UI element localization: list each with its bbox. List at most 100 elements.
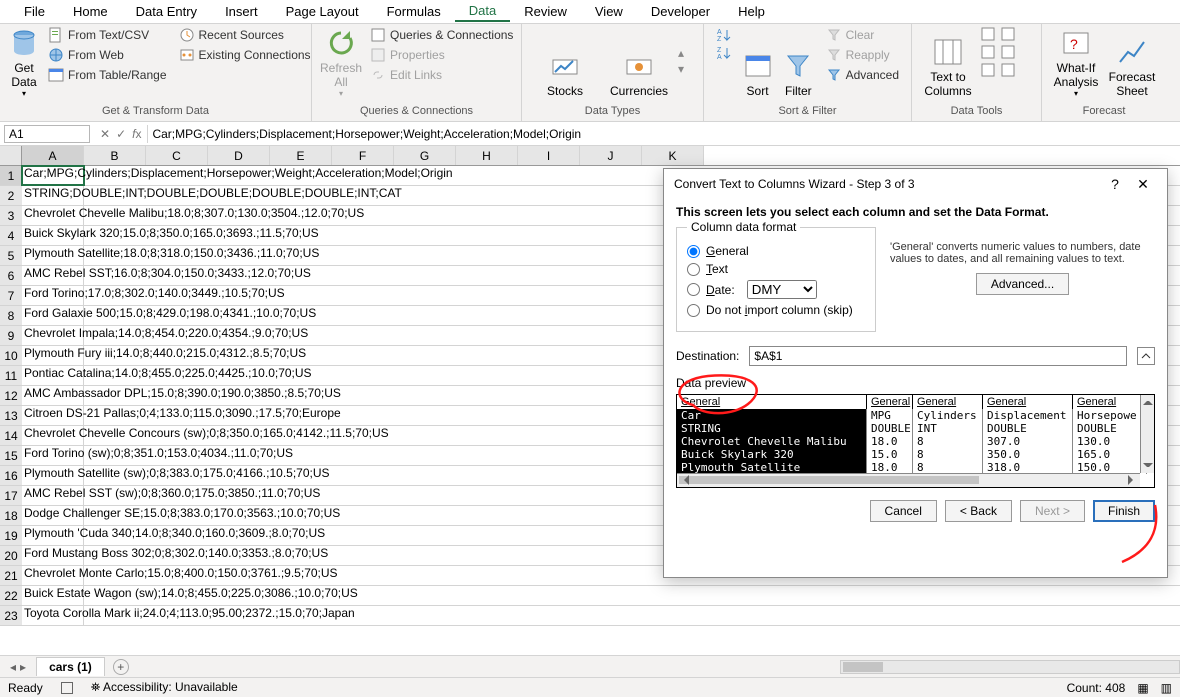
cell[interactable]: Pontiac Catalina;14.0;8;455.0;225.0;4425… bbox=[22, 366, 84, 385]
row-header[interactable]: 12 bbox=[0, 386, 22, 406]
row-header[interactable]: 19 bbox=[0, 526, 22, 546]
row-header[interactable]: 20 bbox=[0, 546, 22, 566]
text-to-columns-button[interactable]: Text to Columns bbox=[920, 26, 976, 100]
chevron-down-icon[interactable]: ▾ bbox=[678, 62, 684, 76]
row-header[interactable]: 23 bbox=[0, 606, 22, 626]
menu-tab-page-layout[interactable]: Page Layout bbox=[272, 2, 373, 21]
radio-text[interactable]: Text bbox=[687, 262, 865, 276]
refresh-all-button[interactable]: Refresh All▾ bbox=[320, 26, 362, 100]
row-header[interactable]: 17 bbox=[0, 486, 22, 506]
sort-desc-button[interactable]: ZA bbox=[712, 44, 736, 62]
row-header[interactable]: 11 bbox=[0, 366, 22, 386]
radio-date[interactable]: Date: DMY bbox=[687, 280, 865, 299]
stocks-button[interactable]: Stocks bbox=[530, 26, 600, 100]
cell[interactable]: Chevrolet Monte Carlo;15.0;8;400.0;150.0… bbox=[22, 566, 84, 585]
column-header[interactable]: B bbox=[84, 146, 146, 165]
view-page-icon[interactable]: ▥ bbox=[1161, 681, 1172, 695]
row-header[interactable]: 5 bbox=[0, 246, 22, 266]
cell[interactable]: Plymouth Satellite (sw);0;8;383.0;175.0;… bbox=[22, 466, 84, 485]
menu-tab-data-entry[interactable]: Data Entry bbox=[122, 2, 211, 21]
remove-duplicates-icon[interactable] bbox=[980, 44, 996, 60]
filter-button[interactable]: Filter bbox=[779, 26, 818, 100]
confirm-edit-icon[interactable]: ✓ bbox=[116, 127, 126, 141]
cell[interactable]: Plymouth 'Cuda 340;14.0;8;340.0;160.0;36… bbox=[22, 526, 84, 545]
row-header[interactable]: 7 bbox=[0, 286, 22, 306]
view-normal-icon[interactable]: ▦ bbox=[1137, 681, 1148, 695]
row-header[interactable]: 10 bbox=[0, 346, 22, 366]
row-header[interactable]: 2 bbox=[0, 186, 22, 206]
cell[interactable]: Buick Skylark 320;15.0;8;350.0;165.0;369… bbox=[22, 226, 84, 245]
row-header[interactable]: 14 bbox=[0, 426, 22, 446]
row-header[interactable]: 8 bbox=[0, 306, 22, 326]
cell[interactable]: Dodge Challenger SE;15.0;8;383.0;170.0;3… bbox=[22, 506, 84, 525]
row-header[interactable]: 15 bbox=[0, 446, 22, 466]
cell[interactable]: AMC Rebel SST;16.0;8;304.0;150.0;3433.;1… bbox=[22, 266, 84, 285]
cell[interactable]: Citroen DS-21 Pallas;0;4;133.0;115.0;309… bbox=[22, 406, 84, 425]
preview-column-header[interactable]: General bbox=[677, 395, 867, 409]
cell[interactable]: Ford Torino;17.0;8;302.0;140.0;3449.;10.… bbox=[22, 286, 84, 305]
data-validation-icon[interactable] bbox=[980, 62, 996, 78]
column-header[interactable]: C bbox=[146, 146, 208, 165]
radio-skip[interactable]: Do not import column (skip) bbox=[687, 303, 865, 317]
data-model-icon[interactable] bbox=[1000, 62, 1016, 78]
destination-input[interactable] bbox=[749, 346, 1127, 366]
preview-column-header[interactable]: General bbox=[913, 395, 983, 409]
back-button[interactable]: < Back bbox=[945, 500, 1012, 522]
cell[interactable]: Chevrolet Chevelle Malibu;18.0;8;307.0;1… bbox=[22, 206, 84, 225]
cell[interactable]: Car;MPG;Cylinders;Displacement;Horsepowe… bbox=[22, 166, 84, 185]
row-header[interactable]: 22 bbox=[0, 586, 22, 606]
fx-icon[interactable]: fx bbox=[132, 127, 141, 141]
row-header[interactable]: 6 bbox=[0, 266, 22, 286]
from-table-range-button[interactable]: From Table/Range bbox=[44, 66, 171, 84]
row-header[interactable]: 3 bbox=[0, 206, 22, 226]
menu-tab-view[interactable]: View bbox=[581, 2, 637, 21]
column-header[interactable]: H bbox=[456, 146, 518, 165]
flash-fill-icon[interactable] bbox=[980, 26, 996, 42]
cell[interactable]: Ford Mustang Boss 302;0;8;302.0;140.0;33… bbox=[22, 546, 84, 565]
cell[interactable]: STRING;DOUBLE;INT;DOUBLE;DOUBLE;DOUBLE;D… bbox=[22, 186, 84, 205]
sheet-tab[interactable]: cars (1) bbox=[36, 657, 105, 676]
cell[interactable]: Ford Galaxie 500;15.0;8;429.0;198.0;4341… bbox=[22, 306, 84, 325]
get-data-button[interactable]: Get Data▾ bbox=[8, 26, 40, 100]
cell[interactable]: Plymouth Satellite;18.0;8;318.0;150.0;34… bbox=[22, 246, 84, 265]
recent-sources-button[interactable]: Recent Sources bbox=[175, 26, 315, 44]
column-header[interactable]: E bbox=[270, 146, 332, 165]
column-header[interactable]: D bbox=[208, 146, 270, 165]
menu-tab-home[interactable]: Home bbox=[59, 2, 122, 21]
row-header[interactable]: 9 bbox=[0, 326, 22, 346]
close-button[interactable]: ✕ bbox=[1129, 176, 1157, 193]
row-header[interactable]: 1 bbox=[0, 166, 22, 186]
menu-tab-data[interactable]: Data bbox=[455, 1, 510, 22]
select-all-corner[interactable] bbox=[0, 146, 22, 165]
radio-general[interactable]: GGeneraleneral bbox=[687, 244, 865, 258]
from-web-button[interactable]: From Web bbox=[44, 46, 171, 64]
cell[interactable]: AMC Rebel SST (sw);0;8;360.0;175.0;3850.… bbox=[22, 486, 84, 505]
name-box[interactable] bbox=[4, 125, 90, 143]
preview-hscroll[interactable] bbox=[677, 473, 1140, 487]
menu-tab-help[interactable]: Help bbox=[724, 2, 779, 21]
cell[interactable]: AMC Ambassador DPL;15.0;8;390.0;190.0;38… bbox=[22, 386, 84, 405]
add-sheet-button[interactable]: + bbox=[113, 659, 129, 675]
sort-asc-button[interactable]: AZ bbox=[712, 26, 736, 44]
preview-column-header[interactable]: General bbox=[983, 395, 1073, 409]
preview-column-header[interactable]: General bbox=[867, 395, 913, 409]
date-format-select[interactable]: DMY bbox=[747, 280, 817, 299]
menu-tab-developer[interactable]: Developer bbox=[637, 2, 724, 21]
row-header[interactable]: 18 bbox=[0, 506, 22, 526]
existing-connections-button[interactable]: Existing Connections bbox=[175, 46, 315, 64]
cell[interactable]: Plymouth Fury iii;14.0;8;440.0;215.0;431… bbox=[22, 346, 84, 365]
sheet-nav-last[interactable]: ▸ bbox=[20, 660, 26, 674]
menu-tab-insert[interactable]: Insert bbox=[211, 2, 272, 21]
advanced-button[interactable]: Advanced... bbox=[976, 273, 1069, 295]
column-header[interactable]: K bbox=[642, 146, 704, 165]
formula-bar[interactable]: Car;MPG;Cylinders;Displacement;Horsepowe… bbox=[147, 125, 1180, 143]
relationships-icon[interactable] bbox=[1000, 44, 1016, 60]
column-header[interactable]: I bbox=[518, 146, 580, 165]
row-header[interactable]: 13 bbox=[0, 406, 22, 426]
macro-record-icon[interactable] bbox=[61, 682, 73, 694]
cancel-edit-icon[interactable]: ✕ bbox=[100, 127, 110, 141]
column-header[interactable]: J bbox=[580, 146, 642, 165]
advanced-filter-button[interactable]: Advanced bbox=[822, 66, 903, 84]
help-button[interactable]: ? bbox=[1101, 176, 1129, 192]
row-header[interactable]: 16 bbox=[0, 466, 22, 486]
